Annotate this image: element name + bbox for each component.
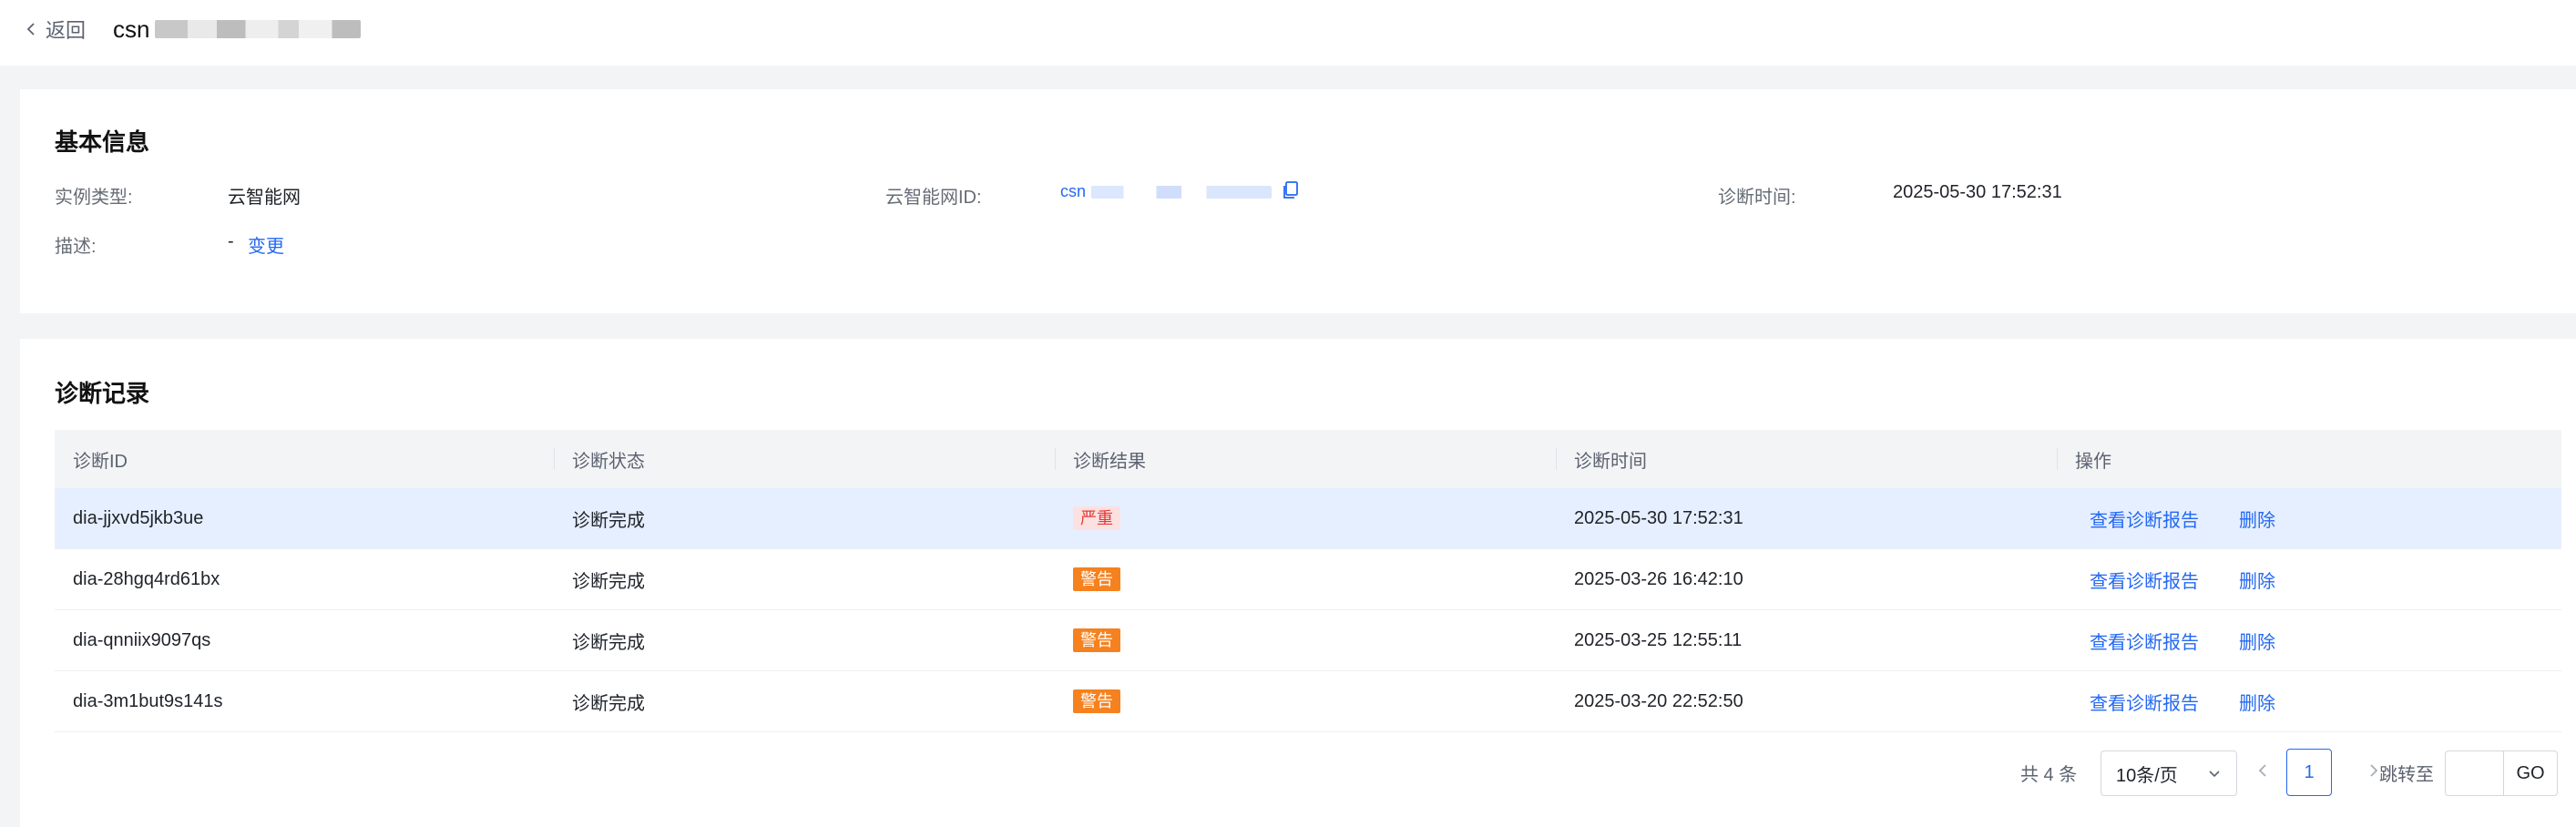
status-badge: 警告 [1073,567,1120,591]
delete-link[interactable]: 删除 [2239,505,2275,532]
jump-page-input[interactable] [2445,750,2503,796]
diag-status: 诊断完成 [572,571,645,592]
basic-info-title: 基本信息 [55,128,150,156]
desc-value: - [228,231,234,251]
view-report-link[interactable]: 查看诊断报告 [2090,689,2199,715]
page-title: csn [113,15,150,43]
pagination: 共 4 条 10条/页 1 跳转至 GO [20,747,2576,798]
delete-link[interactable]: 删除 [2239,689,2275,715]
diag-time: 2025-03-26 16:42:10 [1574,568,1743,589]
desc-label: 描述: [55,237,97,257]
redacted-mask [1091,185,1273,199]
csn-id-value[interactable]: csn [1060,182,1086,201]
diag-result-cell: 警告 [1055,610,1556,670]
prev-page-icon[interactable] [2254,761,2272,780]
col-header-actions: 操作 [2057,430,2561,488]
table-row[interactable]: dia-28hgq4rd61bx 诊断完成 警告 2025-03-26 16:4… [55,549,2561,610]
col-header-status: 诊断状态 [554,430,1055,488]
diagnosis-records-card: 诊断记录 诊断ID 诊断状态 诊断结果 诊断时间 操作 dia-jjxvd5jk… [20,339,2576,827]
instance-type-value: 云智能网 [228,188,301,208]
go-button[interactable]: GO [2503,750,2558,796]
csn-id-wrap: csn [1060,182,1273,201]
page-size-select[interactable]: 10条/页 [2101,750,2237,796]
chevron-left-icon [26,23,35,36]
diag-status: 诊断完成 [572,510,645,531]
actions-cell: 查看诊断报告 删除 [2057,549,2561,609]
view-report-link[interactable]: 查看诊断报告 [2090,567,2199,593]
csn-id-label: 云智能网ID: [885,188,982,208]
diag-result-cell: 警告 [1055,549,1556,609]
back-label: 返回 [46,19,87,42]
diag-status: 诊断完成 [572,632,645,653]
diag-id: dia-28hgq4rd61bx [73,568,220,589]
diag-time: 2025-05-30 17:52:31 [1574,507,1743,528]
diag-time-value: 2025-05-30 17:52:31 [1893,182,2062,202]
delete-link[interactable]: 删除 [2239,567,2275,593]
page-size-value: 10条/页 [2116,765,2178,786]
page-1-button[interactable]: 1 [2286,749,2332,796]
jump-label: 跳转至 [2379,765,2434,785]
records-table: 诊断ID 诊断状态 诊断结果 诊断时间 操作 dia-jjxvd5jkb3ue … [55,430,2561,732]
basic-info-card: 基本信息 实例类型: 云智能网 云智能网ID: csn 诊断时间: 2025-0… [20,89,2576,313]
view-report-link[interactable]: 查看诊断报告 [2090,505,2199,532]
col-header-id: 诊断ID [73,451,128,472]
status-badge: 严重 [1073,506,1120,530]
table-row[interactable]: dia-qnniix9097qs 诊断完成 警告 2025-03-25 12:5… [55,610,2561,671]
diag-result-cell: 严重 [1055,488,1556,548]
table-row[interactable]: dia-jjxvd5jkb3ue 诊断完成 严重 2025-05-30 17:5… [55,488,2561,549]
diag-time: 2025-03-25 12:55:11 [1574,629,1743,650]
instance-type-label: 实例类型: [55,188,133,208]
col-header-result: 诊断结果 [1055,430,1556,488]
table-row[interactable]: dia-3m1but9s141s 诊断完成 警告 2025-03-20 22:5… [55,671,2561,732]
desc-change-link[interactable]: 变更 [248,231,284,258]
diag-status: 诊断完成 [572,693,645,714]
delete-link[interactable]: 删除 [2239,628,2275,654]
pagination-total: 共 4 条 [2020,765,2078,785]
table-header: 诊断ID 诊断状态 诊断结果 诊断时间 操作 [55,430,2561,488]
col-header-time: 诊断时间 [1556,430,2057,488]
actions-cell: 查看诊断报告 删除 [2057,610,2561,670]
diag-time-label: 诊断时间: [1718,188,1796,208]
top-bar: 返回 csn [0,0,2576,66]
page-title-wrap: csn [113,13,362,46]
diag-id: dia-jjxvd5jkb3ue [73,507,204,528]
diag-time: 2025-03-20 22:52:50 [1574,690,1743,711]
actions-cell: 查看诊断报告 删除 [2057,671,2561,731]
back-button[interactable]: 返回 [24,13,86,46]
status-badge: 警告 [1073,689,1120,713]
redacted-mask [155,20,362,38]
actions-cell: 查看诊断报告 删除 [2057,488,2561,548]
records-title: 诊断记录 [55,380,150,407]
status-badge: 警告 [1073,628,1120,652]
copy-icon[interactable] [1281,180,1301,200]
chevron-down-icon [2209,771,2220,778]
diag-result-cell: 警告 [1055,671,1556,731]
diag-id: dia-3m1but9s141s [73,690,223,711]
view-report-link[interactable]: 查看诊断报告 [2090,628,2199,654]
diag-id: dia-qnniix9097qs [73,629,211,650]
